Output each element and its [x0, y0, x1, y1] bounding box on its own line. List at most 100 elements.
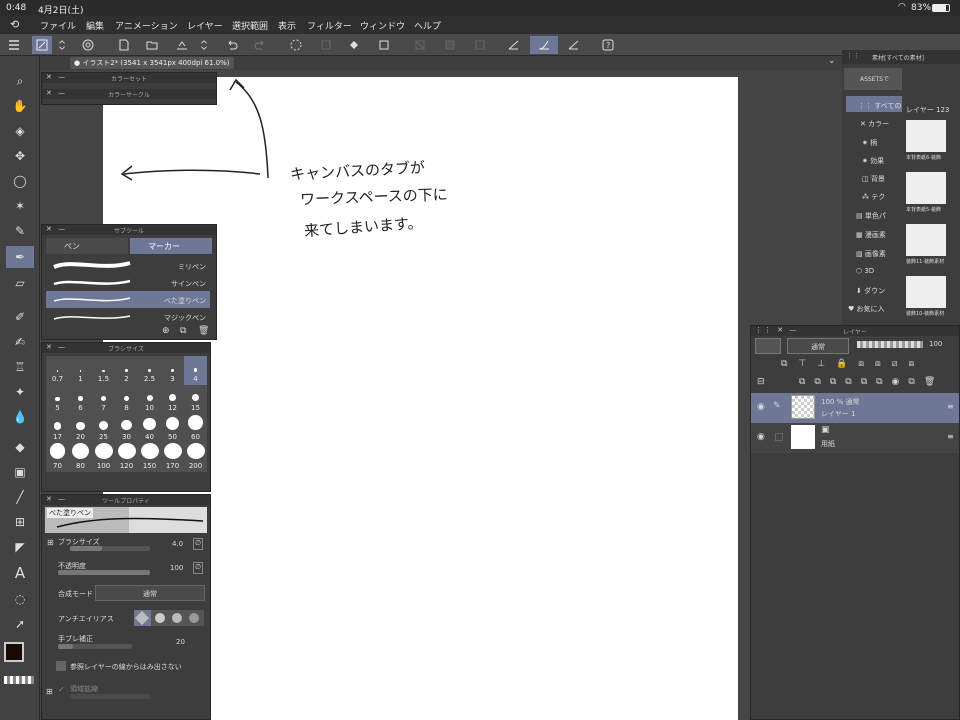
correction-icon[interactable]: ➚: [6, 613, 34, 635]
hand-tool-icon[interactable]: ✋: [6, 95, 34, 117]
brush-size-cell[interactable]: 8: [115, 385, 138, 414]
material-thumbnail[interactable]: [906, 172, 946, 204]
material-thumbnail[interactable]: [906, 224, 946, 256]
ruler-tool-icon[interactable]: ◤: [6, 536, 34, 558]
frame-icon[interactable]: ⊞: [6, 511, 34, 533]
brush-size-cell[interactable]: 2.5: [138, 356, 161, 385]
brush-size-cell[interactable]: 25: [92, 414, 115, 443]
layer-check-icon[interactable]: [775, 433, 783, 441]
delete-subtool-icon[interactable]: 🗑: [198, 326, 209, 336]
brush-size-value[interactable]: 4.0: [172, 540, 183, 548]
copy-layer-icon[interactable]: [316, 36, 336, 54]
assets-button[interactable]: ASSETSで: [844, 68, 902, 90]
blend-tool-icon[interactable]: 💧: [6, 406, 34, 428]
sub-tool-header[interactable]: ✕ — サブツール: [42, 225, 216, 235]
layer-property-icon[interactable]: ⊟: [757, 377, 765, 387]
gradient-icon[interactable]: ▣: [6, 461, 34, 483]
subtool-item-1[interactable]: ミリペン: [46, 257, 210, 274]
layer-menu-icon[interactable]: ≡: [947, 432, 954, 441]
brush-size-cell[interactable]: 80: [69, 443, 92, 472]
canvas-tab[interactable]: ● イラスト2* (3541 x 3541px 400dpi 61.0%): [70, 57, 234, 69]
decoration-icon[interactable]: ✦: [6, 381, 34, 403]
opacity-value[interactable]: 100: [170, 564, 183, 572]
transparent-color-swatch[interactable]: [4, 676, 34, 684]
brush-size-cell[interactable]: 30: [115, 414, 138, 443]
figure-icon[interactable]: ╱: [6, 486, 34, 508]
subtool-item-2[interactable]: サインペン: [46, 274, 210, 291]
material-tree-item[interactable]: ▧ 画像素: [856, 249, 886, 259]
help-icon[interactable]: ?: [598, 36, 618, 54]
eye-icon[interactable]: ◉: [757, 402, 765, 412]
operation-tool-icon[interactable]: ◈: [6, 120, 34, 142]
pen-tool-icon[interactable]: ✒: [6, 246, 34, 268]
loading-icon[interactable]: [286, 36, 306, 54]
snap-grid-icon[interactable]: [564, 36, 584, 54]
brush-size-cell[interactable]: 0.7: [46, 356, 69, 385]
layer-actions-icons[interactable]: ⧉⧉⧉⧉⧉⧉◉⧉🗑: [799, 377, 944, 387]
material-thumbnail[interactable]: [906, 120, 946, 152]
redo-icon[interactable]: [250, 36, 270, 54]
brush-size-cell[interactable]: 50: [161, 414, 184, 443]
balloon-icon[interactable]: ◌: [6, 588, 34, 610]
brush-size-cell[interactable]: 3: [161, 356, 184, 385]
menu-selection[interactable]: 選択範囲: [232, 19, 268, 32]
tool-property-header[interactable]: ✕ — ツールプロパティ: [42, 495, 210, 505]
brush-size-cell[interactable]: 1.5: [92, 356, 115, 385]
brush-size-cell[interactable]: 10: [138, 385, 161, 414]
add-subtool-icon[interactable]: ⊕: [162, 326, 170, 336]
layer-options-icons[interactable]: ⧉⊤⊥🔒⧈⧈⧄⧈: [781, 359, 925, 369]
stabilization-slider[interactable]: [58, 644, 132, 649]
blend-mode-select[interactable]: 通常: [95, 585, 205, 601]
stepper-icon[interactable]: [56, 36, 68, 54]
area-checkbox[interactable]: ✓: [58, 685, 65, 694]
layer-opacity-slider[interactable]: [857, 341, 923, 348]
snap-icon[interactable]: [530, 36, 558, 54]
brush-size-cell[interactable]: 100: [92, 443, 115, 472]
tab-marker[interactable]: マーカー: [130, 238, 212, 254]
brush-size-cell[interactable]: 6: [69, 385, 92, 414]
layer-color-icon[interactable]: [755, 338, 781, 354]
brush-size-cell[interactable]: 120: [115, 443, 138, 472]
app-logo-icon[interactable]: ⟲: [10, 18, 19, 31]
brush-size-cell[interactable]: 200: [184, 443, 207, 472]
brush-size-header[interactable]: ✕ — ブラシサイズ: [42, 343, 210, 353]
lasso-tool-icon[interactable]: ◯: [6, 170, 34, 192]
color-circle-header[interactable]: ✕ — カラーサークル: [42, 89, 216, 99]
color-set-header[interactable]: ✕ — カラーセット: [42, 73, 216, 83]
layer-menu-icon[interactable]: ≡: [947, 402, 954, 411]
pressure-icon[interactable]: ∅: [193, 538, 203, 550]
brush-size-cell[interactable]: 7: [92, 385, 115, 414]
chevron-down-icon[interactable]: ⌄: [828, 56, 836, 66]
brush-size-slider[interactable]: [70, 546, 150, 551]
save-stepper-icon[interactable]: [198, 36, 210, 54]
layout-icon[interactable]: [78, 36, 98, 54]
invert-selection-icon[interactable]: [440, 36, 460, 54]
clear-selection-icon[interactable]: [410, 36, 430, 54]
zoom-tool-icon[interactable]: ⌕: [6, 70, 34, 92]
brush-size-cell[interactable]: 17: [46, 414, 69, 443]
layer-opacity-value[interactable]: 100: [929, 340, 942, 348]
subtool-item-3[interactable]: べた塗りペン: [46, 291, 210, 308]
show-selection-icon[interactable]: [470, 36, 490, 54]
brush-size-cell[interactable]: 170: [161, 443, 184, 472]
new-file-icon[interactable]: [114, 36, 134, 54]
fill-tool-icon[interactable]: ◆: [6, 436, 34, 458]
menu-filter[interactable]: フィルター: [307, 19, 352, 32]
layer-row-1[interactable]: ◉ ✎ 100 % 通常 レイヤー 1 ≡: [751, 393, 959, 423]
material-tree-item[interactable]: ✕ カラー: [860, 119, 889, 129]
material-thumbnail[interactable]: [906, 276, 946, 308]
material-tree-item[interactable]: ⁂ テク: [862, 192, 885, 202]
copy-subtool-icon[interactable]: ⧉: [180, 326, 186, 336]
opacity-slider[interactable]: [58, 570, 150, 575]
brush-size-cell[interactable]: 2: [115, 356, 138, 385]
brush-size-cell[interactable]: 150: [138, 443, 161, 472]
brush-size-cell[interactable]: 20: [69, 414, 92, 443]
menu-edit[interactable]: 編集: [86, 19, 104, 32]
menu-help[interactable]: ヘルプ: [414, 19, 441, 32]
expand-icon[interactable]: ⊞: [47, 538, 54, 547]
material-tree-item[interactable]: ▤ 単色パ: [856, 211, 886, 221]
eyedropper-icon[interactable]: ✎: [6, 220, 34, 242]
magic-wand-icon[interactable]: ✶: [6, 195, 34, 217]
brush-size-cell[interactable]: 5: [46, 385, 69, 414]
tab-pen[interactable]: ペン: [46, 238, 128, 254]
